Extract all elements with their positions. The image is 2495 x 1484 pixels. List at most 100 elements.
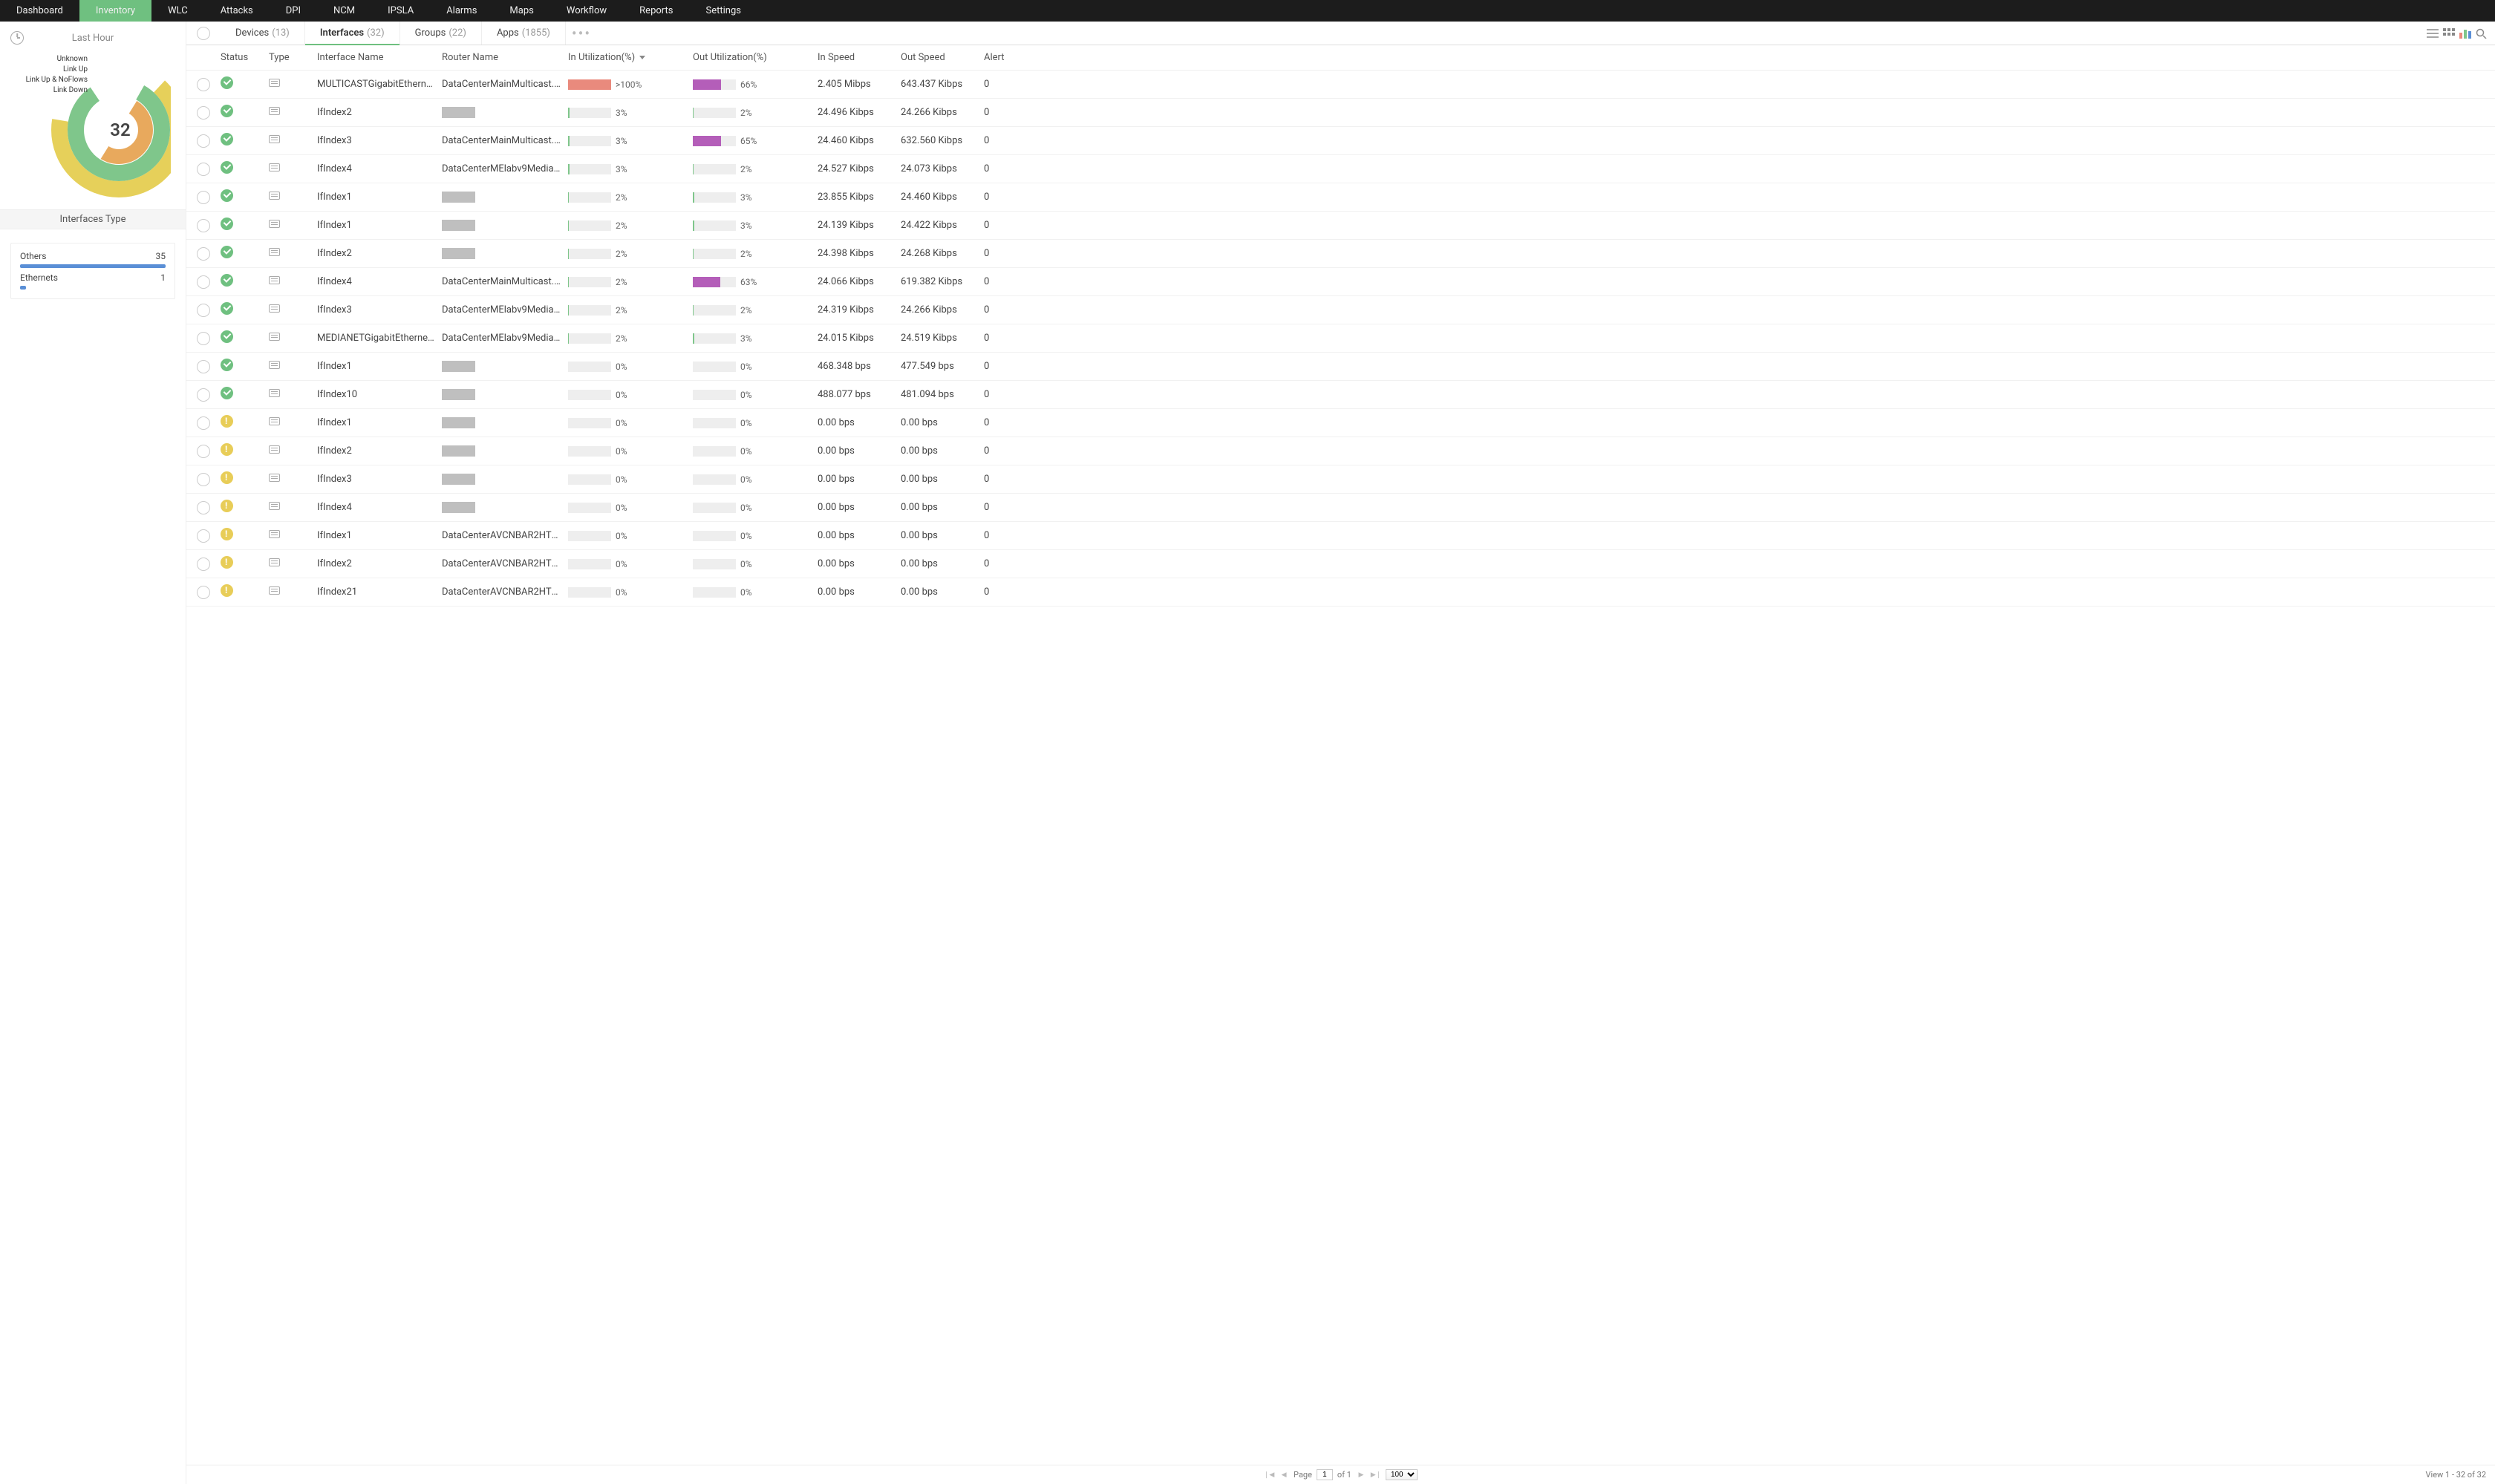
nav-dashboard[interactable]: Dashboard [0,0,79,22]
more-menu[interactable]: ••• [566,22,597,45]
table-row[interactable]: IfIndex1DataCenterAVCNBAR2HTTP...0%0%0.0… [186,522,2495,550]
out-utilization: 0% [693,418,818,428]
in-speed: 0.00 bps [818,530,901,541]
out-speed: 643.437 Kibps [901,79,984,90]
nav-wlc[interactable]: WLC [151,0,204,22]
out-utilization: 65% [693,136,818,146]
table-row[interactable]: IfIndex2DataCenterAVCNBAR2HTTP...0%0%0.0… [186,550,2495,578]
row-select[interactable] [197,163,210,176]
nav-inventory[interactable]: Inventory [79,0,151,22]
row-select[interactable] [197,473,210,486]
interface-type-icon [269,107,280,115]
table-row[interactable]: IfIndex20%0%0.00 bps0.00 bps0 [186,437,2495,465]
table-row[interactable]: IfIndex21DataCenterAVCNBAR2HTTP...0%0%0.… [186,578,2495,607]
row-select[interactable] [197,275,210,289]
row-select[interactable] [197,134,210,148]
pager-prev[interactable]: ◀ [1279,1470,1289,1480]
table-row[interactable]: IfIndex23%2%24.496 Kibps24.266 Kibps0 [186,99,2495,127]
table-row[interactable]: IfIndex12%3%23.855 Kibps24.460 Kibps0 [186,183,2495,212]
nav-attacks[interactable]: Attacks [204,0,270,22]
type-row[interactable]: Others35 [20,251,166,261]
nav-workflow[interactable]: Workflow [550,0,623,22]
nav-reports[interactable]: Reports [623,0,689,22]
row-select[interactable] [197,247,210,261]
table-row[interactable]: IfIndex22%2%24.398 Kibps24.268 Kibps0 [186,240,2495,268]
row-select[interactable] [197,332,210,345]
table-row[interactable]: IfIndex10%0%468.348 bps477.549 bps0 [186,353,2495,381]
row-select[interactable] [197,586,210,599]
th-inutil-label: In Utilization(%) [568,52,635,63]
interface-type-icon [269,333,280,341]
tab-devices[interactable]: Devices (13) [221,22,305,45]
tab-interfaces[interactable]: Interfaces (32) [305,22,400,45]
row-select[interactable] [197,558,210,571]
table-row[interactable]: MULTICASTGigabitEthernet...DataCenterMai… [186,71,2495,99]
th-type[interactable]: Type [269,52,317,63]
interfaces-type-title: Interfaces Type [0,209,186,229]
pager-first[interactable]: ❘◀ [1264,1470,1274,1480]
th-inutil[interactable]: In Utilization(%) [568,52,693,63]
table-row[interactable]: IfIndex4DataCenterMainMulticast.m...2%63… [186,268,2495,296]
row-select[interactable] [197,360,210,373]
tabs-row: Devices (13)Interfaces (32)Groups (22)Ap… [186,22,2495,45]
nav-ipsla[interactable]: IPSLA [371,0,430,22]
nav-dpi[interactable]: DPI [270,0,317,22]
table-row[interactable]: IfIndex3DataCenterMainMulticast.m...3%65… [186,127,2495,155]
router-name: DataCenterAVCNBAR2HTTP... [442,586,568,598]
chart-view-icon[interactable] [2459,28,2471,39]
th-ifname[interactable]: Interface Name [317,52,442,63]
table-row[interactable]: IfIndex100%0%488.077 bps481.094 bps0 [186,381,2495,409]
table-row[interactable]: IfIndex40%0%0.00 bps0.00 bps0 [186,494,2495,522]
row-select[interactable] [197,78,210,91]
nav-ncm[interactable]: NCM [317,0,371,22]
nav-alarms[interactable]: Alarms [430,0,493,22]
in-speed: 24.139 Kibps [818,220,901,231]
row-select[interactable] [197,304,210,317]
row-select[interactable] [197,106,210,120]
in-speed: 0.00 bps [818,502,901,513]
select-all[interactable] [186,22,221,45]
search-icon[interactable] [2476,28,2488,39]
table-row[interactable]: IfIndex10%0%0.00 bps0.00 bps0 [186,409,2495,437]
type-row[interactable]: Ethernets1 [20,272,166,283]
th-outspeed[interactable]: Out Speed [901,52,984,63]
tab-groups[interactable]: Groups (22) [400,22,482,45]
pager-last[interactable]: ▶❘ [1371,1470,1381,1480]
interface-name: IfIndex3 [317,135,442,146]
nav-settings[interactable]: Settings [689,0,757,22]
row-select[interactable] [197,388,210,402]
router-name: DataCenterMElabv9Mediane... [442,333,568,344]
table-row[interactable]: MEDIANETGigabitEthernetm...DataCenterMEl… [186,324,2495,353]
status-warn-icon [221,528,233,540]
th-router[interactable]: Router Name [442,52,568,63]
pager-size-select[interactable]: 100 [1386,1469,1418,1480]
tab-label: Devices [235,27,269,39]
nav-maps[interactable]: Maps [493,0,549,22]
out-speed: 0.00 bps [901,445,984,457]
th-inspeed[interactable]: In Speed [818,52,901,63]
interface-name: IfIndex3 [317,304,442,316]
table-row[interactable]: IfIndex30%0%0.00 bps0.00 bps0 [186,465,2495,494]
sort-desc-icon [639,56,645,59]
pager-page-input[interactable] [1317,1469,1333,1480]
pager-next[interactable]: ▶ [1356,1470,1366,1480]
row-select[interactable] [197,416,210,430]
th-alert[interactable]: Alert [984,52,1036,63]
list-view-icon[interactable] [2427,28,2439,39]
table-row[interactable]: IfIndex4DataCenterMElabv9Mediane...3%2%2… [186,155,2495,183]
row-select[interactable] [197,219,210,232]
row-select[interactable] [197,529,210,543]
type-count: 35 [156,251,166,261]
interface-name: IfIndex1 [317,361,442,372]
row-select[interactable] [197,445,210,458]
row-select[interactable] [197,501,210,514]
row-select[interactable] [197,191,210,204]
table-row[interactable]: IfIndex3DataCenterMElabv9Mediane...2%2%2… [186,296,2495,324]
th-oututil[interactable]: Out Utilization(%) [693,52,818,63]
out-speed: 24.422 Kibps [901,220,984,231]
th-status[interactable]: Status [221,52,269,63]
time-range[interactable]: Last Hour [0,26,186,50]
grid-view-icon[interactable] [2443,28,2455,39]
tab-apps[interactable]: Apps (1855) [482,22,566,45]
table-row[interactable]: IfIndex12%3%24.139 Kibps24.422 Kibps0 [186,212,2495,240]
